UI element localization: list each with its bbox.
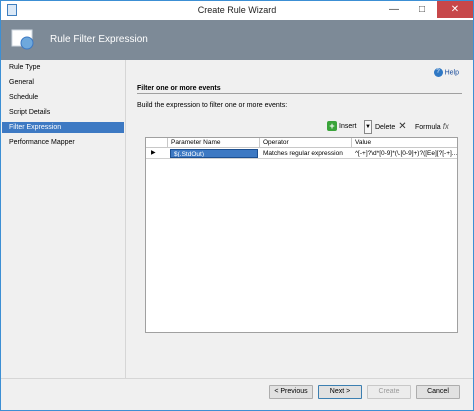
minimize-button[interactable]: — — [381, 1, 407, 18]
cancel-button[interactable]: Cancel — [416, 385, 460, 399]
wizard-nav: Rule Type General Schedule Script Detail… — [1, 60, 126, 378]
help-label: Help — [444, 69, 459, 77]
value-cell[interactable]: ^[-+]?\d*[0-9]*(\.[0-9]+)?([Ee][?[-+]... — [352, 148, 457, 159]
column-header-operator[interactable]: Operator — [260, 138, 352, 148]
insert-button[interactable]: + Insert — [327, 120, 357, 134]
insert-label: Insert — [339, 123, 357, 130]
parameter-name-cell[interactable]: $(.StdOut) — [170, 149, 258, 158]
formula-label: Formula — [415, 124, 441, 131]
title-bar[interactable]: Create Rule Wizard — □ ✕ — [1, 1, 473, 20]
x-icon: ✕ — [398, 121, 407, 132]
nav-item-filter-expression[interactable]: Filter Expression — [2, 122, 124, 133]
table-row[interactable]: ▶ $(.StdOut) Matches regular expression … — [146, 148, 457, 159]
operator-cell[interactable]: Matches regular expression — [260, 148, 352, 159]
instruction-text: Build the expression to filter one or mo… — [137, 102, 288, 109]
next-button[interactable]: Next > — [318, 385, 362, 399]
expression-grid[interactable]: Parameter Name Operator Value ▶ $(.StdOu… — [145, 137, 458, 333]
row-selector-icon[interactable]: ▶ — [146, 148, 168, 159]
column-header-value[interactable]: Value — [352, 138, 457, 148]
maximize-button[interactable]: □ — [409, 1, 435, 18]
insert-dropdown-button[interactable]: ▼ — [364, 120, 372, 134]
grid-header: Parameter Name Operator Value — [146, 138, 457, 148]
create-button[interactable]: Create — [367, 385, 411, 399]
wizard-window: Create Rule Wizard — □ ✕ Rule Filter Exp… — [0, 0, 474, 411]
nav-item-performance-mapper[interactable]: Performance Mapper — [2, 137, 124, 148]
page-title: Rule Filter Expression — [50, 34, 148, 45]
delete-button[interactable]: Delete ✕ — [375, 120, 407, 134]
delete-label: Delete — [375, 124, 396, 131]
nav-item-script-details[interactable]: Script Details — [2, 107, 124, 118]
wizard-footer: < Previous Next > Create Cancel — [1, 378, 473, 410]
content-pane: ? Help Filter one or more events Build th… — [127, 60, 473, 378]
plus-icon: + — [327, 121, 337, 132]
previous-button[interactable]: < Previous — [269, 385, 313, 399]
formula-icon: fx — [442, 122, 449, 131]
section-divider — [137, 93, 462, 94]
rule-icon — [11, 29, 34, 50]
nav-item-general[interactable]: General — [2, 77, 124, 88]
help-link[interactable]: ? Help — [433, 68, 459, 77]
nav-item-rule-type[interactable]: Rule Type — [2, 62, 124, 73]
formula-button[interactable]: Formula fx — [415, 120, 449, 134]
help-circle-icon: ? — [433, 68, 443, 77]
column-header-parameter[interactable]: Parameter Name — [168, 138, 260, 148]
nav-item-schedule[interactable]: Schedule — [2, 92, 124, 103]
wizard-header: Rule Filter Expression — [1, 20, 473, 60]
grid-corner — [146, 138, 168, 148]
section-title: Filter one or more events — [137, 85, 221, 92]
close-button[interactable]: ✕ — [437, 1, 473, 18]
